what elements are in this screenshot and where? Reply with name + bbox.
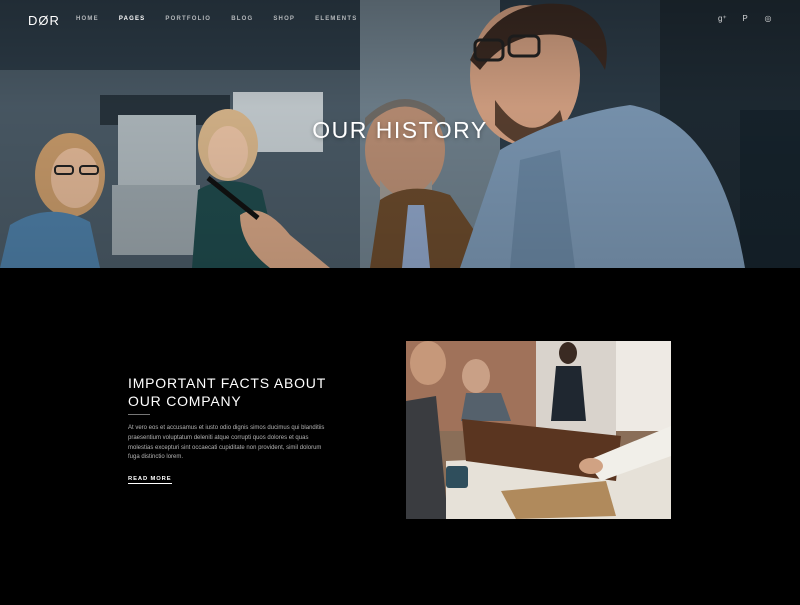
nav-item-elements[interactable]: ELEMENTS	[315, 16, 357, 22]
google-plus-icon[interactable]: g⁺	[718, 14, 727, 23]
facts-heading-line2: OUR COMPANY	[128, 393, 242, 409]
facts-section: IMPORTANT FACTS ABOUT OUR COMPANY At ver…	[0, 268, 800, 605]
nav-item-pages[interactable]: PAGES	[119, 16, 146, 22]
dribbble-icon[interactable]: ◎	[764, 14, 772, 23]
facts-heading-line1: IMPORTANT FACTS ABOUT	[128, 375, 327, 391]
read-more-link[interactable]: READ MORE	[128, 476, 172, 484]
team-meeting-photo	[406, 341, 671, 519]
nav-item-portfolio[interactable]: PORTFOLIO	[165, 16, 211, 22]
top-navigation-bar: DØR HOME PAGES PORTFOLIO BLOG SHOP ELEME…	[0, 0, 800, 40]
facts-heading: IMPORTANT FACTS ABOUT OUR COMPANY	[128, 374, 348, 410]
site-logo[interactable]: DØR	[28, 13, 60, 28]
nav-item-shop[interactable]: SHOP	[273, 16, 295, 22]
hero-banner: DØR HOME PAGES PORTFOLIO BLOG SHOP ELEME…	[0, 0, 800, 268]
nav-item-home[interactable]: HOME	[76, 16, 99, 22]
page-title: OUR HISTORY	[312, 117, 488, 143]
nav-item-blog[interactable]: BLOG	[231, 16, 253, 22]
social-links: g⁺ P ◎	[718, 14, 772, 23]
pinterest-icon[interactable]: P	[741, 14, 749, 23]
heading-divider	[128, 414, 150, 415]
facts-paragraph: At vero eos et accusamus et iusto odio d…	[128, 425, 325, 461]
main-menu: HOME PAGES PORTFOLIO BLOG SHOP ELEMENTS	[76, 16, 377, 22]
